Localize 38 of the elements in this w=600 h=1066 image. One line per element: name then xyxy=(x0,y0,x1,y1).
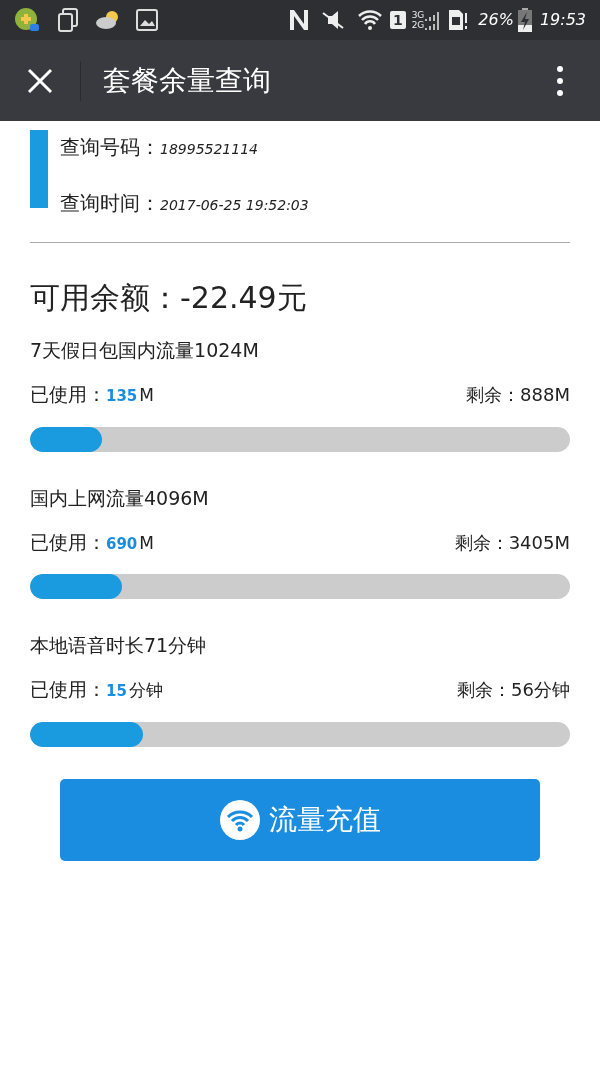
unit-text: M xyxy=(139,384,154,407)
more-icon xyxy=(557,65,563,96)
used-value: 15 xyxy=(106,681,127,702)
used-value: 135 xyxy=(106,386,138,407)
package-name: 7天假日包国内流量1024M xyxy=(30,338,260,363)
used-label: 已使用： xyxy=(30,677,106,702)
network-type: 2G xyxy=(411,20,425,30)
remaining-text: 剩余：888M xyxy=(466,383,570,407)
info-value: 2017-06-25 19:52:03 xyxy=(160,196,309,215)
used-label: 已使用： xyxy=(30,382,106,407)
used-value: 690 xyxy=(106,533,138,555)
wifi-icon xyxy=(357,9,382,31)
package-name: 本地语音时长71分钟 xyxy=(30,633,208,658)
remaining-text: 剩余：3405M xyxy=(454,530,570,555)
sim-badge: 1 xyxy=(389,11,406,29)
app-icon xyxy=(14,7,40,33)
info-label: 查询时间： xyxy=(60,190,160,217)
battery-charging-icon xyxy=(517,8,532,32)
used-label: 已使用： xyxy=(30,529,106,555)
image-icon xyxy=(136,9,158,31)
remaining-text: 剩余：56分钟 xyxy=(457,678,570,702)
recharge-button[interactable]: 流量充值 xyxy=(60,778,540,861)
sim-card-icon xyxy=(448,9,469,31)
info-value: 18995521114 xyxy=(160,140,258,159)
signal-icon xyxy=(424,10,441,30)
network-type: 3G xyxy=(411,10,425,20)
page-title: 套餐余量查询 xyxy=(103,62,272,99)
unit-text: 分钟 xyxy=(128,679,163,702)
clock-time: 19:53 xyxy=(539,9,586,31)
copy-icon xyxy=(58,8,78,32)
close-icon xyxy=(27,67,53,94)
balance-text: 可用余额：-22.49元 xyxy=(30,279,308,317)
nfc-icon xyxy=(287,9,310,31)
package-name: 国内上网流量4096M xyxy=(30,485,210,511)
unit-text: M xyxy=(139,531,154,555)
battery-percent: 26% xyxy=(478,9,514,31)
wifi-icon xyxy=(219,798,261,841)
info-label: 查询号码： xyxy=(60,134,160,161)
